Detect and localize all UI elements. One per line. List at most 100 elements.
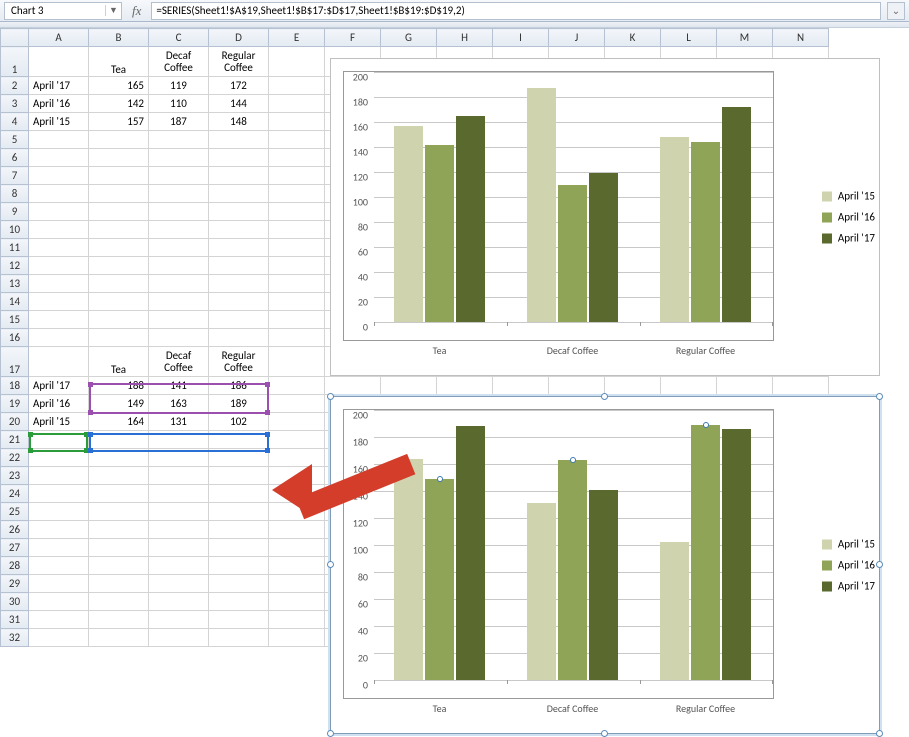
cell[interactable]: April '17 (29, 77, 89, 95)
row-header[interactable]: 17 (1, 347, 29, 377)
row-header[interactable]: 4 (1, 113, 29, 131)
worksheet[interactable]: A B C D E F G H I J K L M N 1 Tea Decaf … (0, 28, 909, 647)
bar[interactable] (691, 425, 720, 680)
bar[interactable] (558, 185, 587, 323)
bar[interactable] (394, 126, 423, 322)
row-header[interactable]: 14 (1, 293, 29, 311)
col-header[interactable]: B (89, 29, 149, 47)
bar[interactable] (660, 542, 689, 680)
resize-handle[interactable] (601, 393, 608, 400)
cell[interactable]: 172 (209, 77, 269, 95)
bar[interactable] (456, 116, 485, 322)
row-header[interactable]: 9 (1, 203, 29, 221)
cell[interactable]: April '16 (29, 395, 89, 413)
col-header[interactable]: J (549, 29, 605, 47)
row-header[interactable]: 16 (1, 329, 29, 347)
cell[interactable]: Regular Coffee (209, 47, 269, 77)
cell[interactable]: 188 (89, 377, 149, 395)
row-header[interactable]: 3 (1, 95, 29, 113)
bar[interactable] (691, 142, 720, 322)
plot-area[interactable]: 020406080100120140160180200 (343, 409, 774, 699)
cell[interactable]: Decaf Coffee (149, 347, 209, 377)
cell[interactable]: April '16 (29, 95, 89, 113)
bar[interactable] (527, 88, 556, 322)
cell[interactable]: 189 (209, 395, 269, 413)
row-header[interactable]: 15 (1, 311, 29, 329)
bar[interactable] (558, 460, 587, 680)
legend[interactable]: April '15 April '16 April '17 (822, 530, 875, 601)
row-header[interactable]: 32 (1, 629, 29, 647)
bar[interactable] (456, 426, 485, 680)
bar[interactable] (589, 490, 618, 680)
row-header[interactable]: 31 (1, 611, 29, 629)
row-header[interactable]: 30 (1, 593, 29, 611)
cell[interactable]: Tea (89, 347, 149, 377)
cell[interactable]: April '15 (29, 113, 89, 131)
resize-handle[interactable] (876, 561, 883, 568)
cell[interactable]: 163 (149, 395, 209, 413)
row-header[interactable]: 5 (1, 131, 29, 149)
cell[interactable]: 102 (209, 413, 269, 431)
row-header[interactable]: 1 (1, 47, 29, 77)
cell[interactable]: 149 (89, 395, 149, 413)
cell[interactable]: April '15 (29, 413, 89, 431)
row-header[interactable]: 2 (1, 77, 29, 95)
resize-handle[interactable] (327, 561, 334, 568)
cell[interactable]: 186 (209, 377, 269, 395)
cell[interactable]: 142 (89, 95, 149, 113)
col-header[interactable]: I (493, 29, 549, 47)
plot-area[interactable]: 020406080100120140160180200 (343, 71, 774, 341)
cell[interactable]: 148 (209, 113, 269, 131)
formula-bar[interactable]: =SERIES(Sheet1!$A$19,Sheet1!$B$17:$D$17,… (151, 2, 881, 20)
row-header[interactable]: 21 (1, 431, 29, 449)
resize-handle[interactable] (876, 393, 883, 400)
resize-handle[interactable] (327, 393, 334, 400)
cell[interactable]: 164 (89, 413, 149, 431)
cell[interactable]: 165 (89, 77, 149, 95)
cell[interactable]: 119 (149, 77, 209, 95)
row-header[interactable]: 11 (1, 239, 29, 257)
col-header[interactable]: E (269, 29, 325, 47)
resize-handle[interactable] (601, 730, 608, 737)
cell[interactable]: 144 (209, 95, 269, 113)
cell[interactable]: Decaf Coffee (149, 47, 209, 77)
name-box-dropdown-icon[interactable]: ▼ (105, 5, 121, 16)
bar[interactable] (722, 429, 751, 680)
cell[interactable]: 110 (149, 95, 209, 113)
bar[interactable] (394, 459, 423, 680)
cell[interactable]: 131 (149, 413, 209, 431)
row-header[interactable]: 29 (1, 575, 29, 593)
row-header[interactable]: 18 (1, 377, 29, 395)
select-all-corner[interactable] (1, 29, 29, 47)
col-header[interactable]: L (661, 29, 717, 47)
row-header[interactable]: 24 (1, 485, 29, 503)
resize-handle[interactable] (327, 730, 334, 737)
col-header[interactable]: H (437, 29, 493, 47)
cell[interactable]: 141 (149, 377, 209, 395)
bar[interactable] (425, 479, 454, 680)
col-header[interactable]: K (605, 29, 661, 47)
chart-2-selected[interactable]: 020406080100120140160180200 April '15 Ap… (330, 396, 880, 734)
row-header[interactable]: 7 (1, 167, 29, 185)
row-header[interactable]: 12 (1, 257, 29, 275)
col-header[interactable]: M (717, 29, 773, 47)
row-header[interactable]: 23 (1, 467, 29, 485)
col-header[interactable]: N (773, 29, 829, 47)
col-header[interactable]: C (149, 29, 209, 47)
legend[interactable]: April '15 April '16 April '17 (822, 182, 875, 253)
col-header[interactable]: G (381, 29, 437, 47)
col-header[interactable]: D (209, 29, 269, 47)
row-header[interactable]: 6 (1, 149, 29, 167)
row-header[interactable]: 19 (1, 395, 29, 413)
row-header[interactable]: 10 (1, 221, 29, 239)
cell[interactable]: 157 (89, 113, 149, 131)
name-box[interactable]: Chart 3 ▼ (4, 2, 122, 20)
row-header[interactable]: 8 (1, 185, 29, 203)
row-header[interactable]: 22 (1, 449, 29, 467)
chart-1[interactable]: 020406080100120140160180200 April '15 Ap… (330, 58, 880, 376)
cell[interactable]: Tea (89, 47, 149, 77)
cell[interactable]: 187 (149, 113, 209, 131)
row-header[interactable]: 25 (1, 503, 29, 521)
resize-handle[interactable] (876, 730, 883, 737)
bar[interactable] (589, 173, 618, 322)
